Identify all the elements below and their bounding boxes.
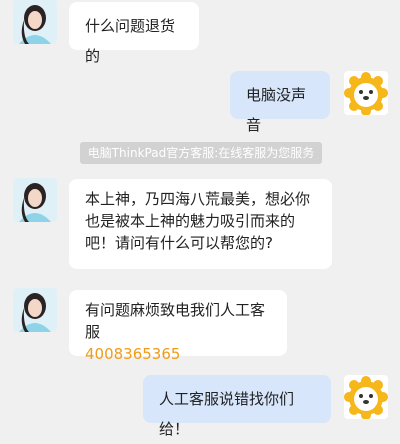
message-bubble-1: 什么问题退货的 — [69, 2, 199, 65]
message-bubble-5: 人工客服说错找你们给！ — [143, 375, 331, 438]
user-avatar[interactable] — [13, 0, 57, 44]
message-text: 本上神，乃四海八荒最美，想必你也是被本上神的魅力吸引而来的吧！请问有什么可以帮您… — [85, 190, 311, 252]
system-notice: 电脑ThinkPad官方客服:在线客服为您服务 — [80, 142, 322, 164]
user-avatar[interactable] — [13, 288, 57, 332]
sun-mascot-icon — [344, 71, 388, 115]
user-avatar[interactable] — [13, 178, 57, 222]
sun-mascot-icon — [344, 375, 388, 419]
message-text: 电脑没声音 — [246, 86, 307, 134]
message-bubble-4: 有问题麻烦致电我们人工客服 4008365365 — [69, 290, 287, 363]
girl-avatar-icon — [13, 0, 57, 44]
message-text: 什么问题退货的 — [85, 17, 176, 65]
bot-avatar[interactable] — [344, 375, 388, 419]
message-bubble-3: 本上神，乃四海八荒最美，想必你也是被本上神的魅力吸引而来的吧！请问有什么可以帮您… — [69, 179, 332, 269]
bot-avatar[interactable] — [344, 71, 388, 115]
message-bubble-2: 电脑没声音 — [230, 71, 330, 134]
girl-avatar-icon — [13, 178, 57, 222]
phone-number-link[interactable]: 4008365365 — [85, 343, 271, 365]
girl-avatar-icon — [13, 288, 57, 332]
message-text: 有问题麻烦致电我们人工客服 — [85, 301, 266, 341]
message-text: 人工客服说错找你们给！ — [159, 390, 295, 438]
